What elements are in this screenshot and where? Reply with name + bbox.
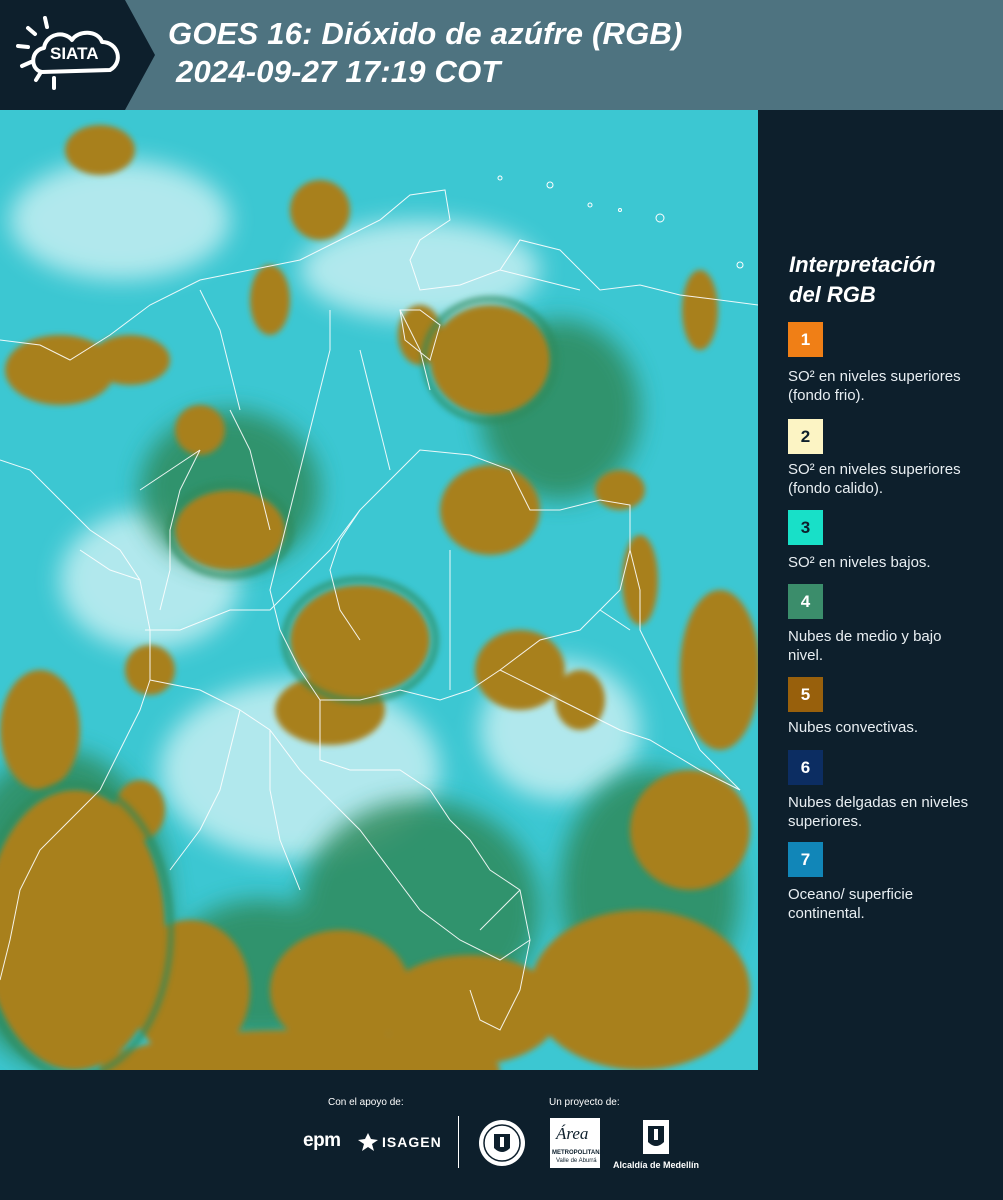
header-bar: SIATA GOES 16: Dióxido de azúfre (RGB) 2… [0, 0, 1003, 110]
area-sub2: Valle de Aburrá [556, 1158, 597, 1164]
legend-text-2: SO² en niveles superiores (fondo calido)… [788, 461, 961, 497]
satellite-map[interactable] [0, 110, 758, 1070]
area-name: Área [556, 1124, 589, 1143]
area-sub1: METROPOLITANA [552, 1150, 604, 1156]
logo-text: SIATA [50, 44, 99, 63]
footer-bar: Con el apoyo de: Un proyecto de: epm ISA… [0, 1070, 1003, 1200]
legend-text-7: Oceano/ superficie continental. [788, 886, 914, 922]
medellin-seal-icon [479, 1120, 525, 1166]
legend-panel: Interpretación del RGB 1 SO² en niveles … [760, 110, 1003, 1070]
page-timestamp: 2024-09-27 17:19 COT [176, 54, 501, 89]
legend-swatch-2: 2 [788, 419, 823, 454]
support-label: Con el apoyo de: [328, 1097, 404, 1108]
legend-swatch-1: 1 [788, 322, 823, 357]
legend-title-line1: Interpretación [789, 252, 936, 277]
legend-text-6: Nubes delgadas en niveles superiores. [788, 794, 969, 830]
siata-logo: SIATA [0, 0, 155, 110]
legend-text-5: Nubes convectivas. [788, 719, 919, 736]
legend-text-3: SO² en niveles bajos. [788, 554, 931, 571]
page-title: GOES 16: Dióxido de azúfre (RGB) [168, 16, 683, 51]
legend-text-1: SO² en niveles superiores (fondo frio). [788, 368, 961, 404]
isagen-icon [358, 1133, 378, 1151]
legend-swatch-3: 3 [788, 510, 823, 545]
legend-title: Interpretación del RGB [789, 250, 989, 310]
alcaldia-label: Alcaldía de Medellín [613, 1160, 700, 1170]
epm-logo: epm [303, 1130, 341, 1151]
legend-swatch-7: 7 [788, 842, 823, 877]
legend-swatch-4: 4 [788, 584, 823, 619]
project-label: Un proyecto de: [549, 1097, 620, 1108]
legend-title-line2: del RGB [789, 282, 876, 307]
footer-divider [458, 1116, 459, 1168]
area-metropolitana-logo: Área METROPOLITANA Valle de Aburrá [550, 1118, 604, 1168]
alcaldia-shield-icon [643, 1120, 669, 1154]
legend-swatch-5: 5 [788, 677, 823, 712]
legend-text-4: Nubes de medio y bajo nivel. [788, 628, 942, 664]
legend-swatch-6: 6 [788, 750, 823, 785]
isagen-logo: ISAGEN [382, 1134, 442, 1150]
